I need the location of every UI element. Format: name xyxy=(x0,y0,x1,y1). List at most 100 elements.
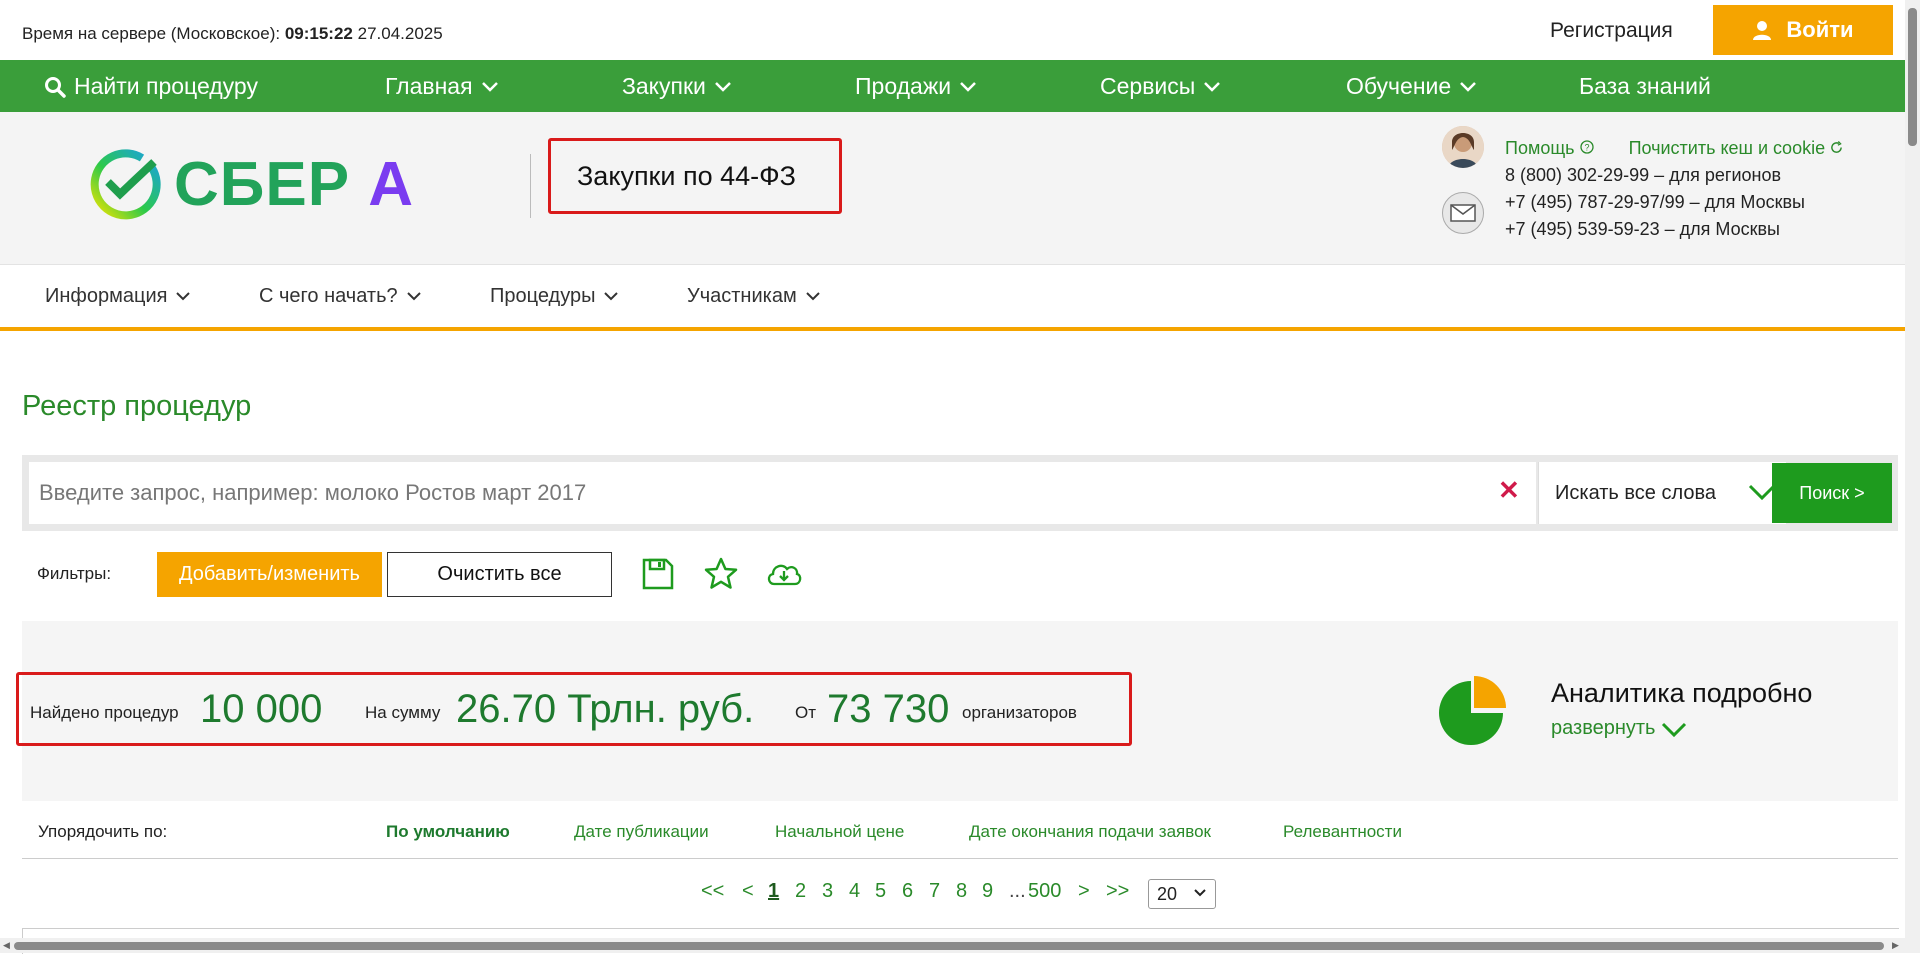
found-label: Найдено процедур xyxy=(30,703,179,722)
nav-item-knowledge-base[interactable]: База знаний xyxy=(1579,73,1711,100)
add-filter-button[interactable]: Добавить/изменить xyxy=(157,552,382,597)
cloud-download-icon[interactable] xyxy=(763,553,805,595)
sort-row: Упорядочить по: По умолчанию Дате публик… xyxy=(22,802,1898,859)
from-label: От xyxy=(795,703,817,722)
subnav-item-getting-started[interactable]: С чего начать? xyxy=(259,285,422,308)
help-label: Помощь xyxy=(1505,138,1575,158)
nav-item-label: Сервисы xyxy=(1100,73,1196,99)
clear-cache-link[interactable]: Почистить кеш и cookie xyxy=(1629,138,1844,158)
logo-word: СБЕР xyxy=(174,149,351,219)
register-link[interactable]: Регистрация xyxy=(1550,19,1673,43)
server-date-value: 27.04.2025 xyxy=(357,24,443,43)
chevron-down-icon xyxy=(176,292,191,301)
clear-search-icon[interactable]: ✕ xyxy=(1498,475,1520,506)
pager-next[interactable]: > xyxy=(1078,880,1090,903)
chevron-down-icon xyxy=(714,81,731,92)
save-filter-icon[interactable] xyxy=(637,553,679,595)
horizontal-scrollbar[interactable]: ◀ ▶ xyxy=(0,938,1905,953)
nav-item-main[interactable]: Главная xyxy=(385,73,499,100)
server-time: Время на сервере (Московское): 09:15:22 … xyxy=(22,24,443,44)
pager-page[interactable]: 3 xyxy=(822,880,833,903)
login-label: Войти xyxy=(1786,17,1854,42)
scroll-right-icon[interactable]: ▶ xyxy=(1892,940,1899,951)
page-size-select[interactable]: 20 xyxy=(1148,879,1216,909)
pager-page[interactable]: 2 xyxy=(795,880,806,903)
search-button[interactable]: Поиск > xyxy=(1772,463,1892,523)
pie-highlight-slice xyxy=(1474,676,1506,708)
nav-item-label: Продажи xyxy=(855,73,952,99)
pager-ellipsis: ... xyxy=(1009,880,1026,902)
chevron-down-icon xyxy=(604,292,619,301)
pager-first[interactable]: << xyxy=(701,880,724,903)
sber-check-logo-icon xyxy=(90,149,161,220)
search-input[interactable] xyxy=(29,462,1536,524)
pager-last[interactable]: >> xyxy=(1106,880,1129,903)
clear-cache-label: Почистить кеш и cookie xyxy=(1628,138,1826,158)
nav-item-sales[interactable]: Продажи xyxy=(855,73,977,100)
scroll-left-icon[interactable]: ◀ xyxy=(3,940,10,951)
login-button[interactable]: Войти xyxy=(1713,5,1893,55)
mail-icon[interactable] xyxy=(1442,192,1484,234)
help-row: Помощь ? Почистить кеш и cookie xyxy=(1505,138,1843,159)
analytics-expand-link[interactable]: развернуть xyxy=(1551,717,1687,740)
question-icon: ? xyxy=(1579,140,1594,154)
chevron-down-icon xyxy=(1194,889,1206,897)
sort-option-relevance[interactable]: Релевантности xyxy=(1283,822,1402,842)
svg-text:?: ? xyxy=(1584,143,1589,153)
logo-letter: А xyxy=(368,149,415,219)
nav-item-label: Главная xyxy=(385,73,473,99)
sort-option-publication-date[interactable]: Дате публикации xyxy=(574,822,709,842)
sort-option-deadline[interactable]: Дате окончания подачи заявок xyxy=(969,822,1211,842)
subnav-item-procedures[interactable]: Процедуры xyxy=(490,285,619,308)
subnav-item-label: Участникам xyxy=(687,285,797,307)
filters-label: Фильтры: xyxy=(37,564,112,583)
subnav-item-participants[interactable]: Участникам xyxy=(687,285,821,308)
nav-item-education[interactable]: Обучение xyxy=(1346,73,1477,100)
chevron-down-icon xyxy=(1662,722,1687,737)
search-icon xyxy=(45,76,66,98)
nav-item-services[interactable]: Сервисы xyxy=(1100,73,1221,100)
pager-page[interactable]: 1 xyxy=(768,880,779,903)
pager-page[interactable]: 8 xyxy=(956,880,967,903)
search-mode-value: Искать все слова xyxy=(1555,481,1717,504)
pager-page[interactable]: 7 xyxy=(929,880,940,903)
sber-a-logo[interactable]: СБЕР А xyxy=(86,146,414,222)
search-bar: ✕ Искать все слова Поиск > xyxy=(22,455,1898,531)
server-time-value: 09:15:22 xyxy=(284,24,353,43)
nav-item-purchases[interactable]: Закупки xyxy=(622,73,732,100)
pager-page[interactable]: 9 xyxy=(982,880,993,903)
pager-page[interactable]: 6 xyxy=(902,880,913,903)
chevron-down-icon xyxy=(406,292,421,301)
pager-last-page[interactable]: 500 xyxy=(1028,880,1061,903)
chevron-down-icon xyxy=(481,81,498,92)
sub-nav: Информация С чего начать? Процедуры Учас… xyxy=(0,265,1905,331)
phone-regions: 8 (800) 302-29-99 – для регионов xyxy=(1505,165,1782,185)
vertical-scrollbar[interactable] xyxy=(1905,0,1920,953)
sum-label: На сумму xyxy=(365,703,441,722)
pager-page[interactable]: 5 xyxy=(875,880,886,903)
find-procedure-link[interactable]: Найти процедуру xyxy=(44,73,258,100)
horizontal-scroll-thumb[interactable] xyxy=(14,942,1884,950)
support-avatar xyxy=(1442,126,1484,168)
subnav-item-information[interactable]: Информация xyxy=(45,285,191,308)
nav-item-label: Закупки xyxy=(622,73,706,99)
page-size-value: 20 xyxy=(1157,883,1178,904)
stats-summary: Найдено процедур 10 000 На сумму 26.70 Т… xyxy=(16,672,1132,746)
nav-item-label: Обучение xyxy=(1346,73,1452,99)
star-favorite-icon[interactable] xyxy=(700,553,742,595)
pager-prev[interactable]: < xyxy=(742,880,754,903)
vertical-scroll-thumb[interactable] xyxy=(1908,8,1917,146)
help-link[interactable]: Помощь ? xyxy=(1505,138,1594,158)
clear-filters-button[interactable]: Очистить все xyxy=(387,552,612,597)
analytics-pie-icon[interactable] xyxy=(1438,674,1510,746)
phone-moscow-1: +7 (495) 787-29-97/99 – для Москвы xyxy=(1505,192,1805,212)
sort-option-start-price[interactable]: Начальной цене xyxy=(775,822,904,842)
main-nav: Найти процедуру Главная Закупки Продажи … xyxy=(0,60,1905,112)
analytics-expand-label: развернуть xyxy=(1551,717,1656,739)
pager-page[interactable]: 4 xyxy=(849,880,860,903)
refresh-icon xyxy=(1831,141,1842,153)
organizers-label: организаторов xyxy=(962,703,1077,722)
sort-option-default[interactable]: По умолчанию xyxy=(386,822,510,842)
search-mode-select[interactable]: Искать все слова xyxy=(1538,462,1786,524)
chevron-down-icon xyxy=(805,292,820,301)
